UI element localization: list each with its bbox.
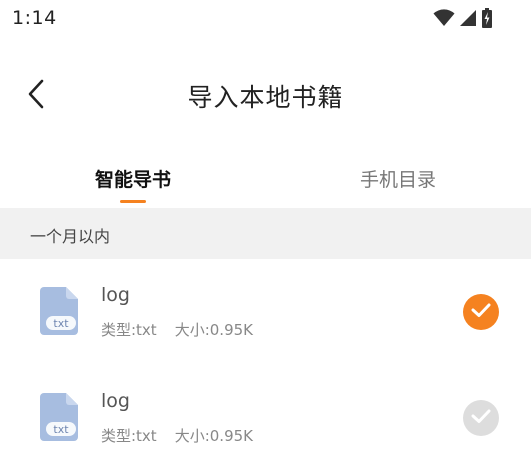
battery-charging-icon (481, 8, 493, 28)
file-type: 类型:txt (101, 321, 157, 339)
section-header: 一个月以内 (0, 208, 531, 259)
file-size: 大小:0.95K (174, 427, 253, 445)
import-local-books-screen: 1:14 导入本地书籍 智能导书 手机目录 一个月以内 txt log 类型:t… (0, 0, 531, 453)
file-meta: 类型:txt 大小:0.95K (101, 425, 253, 446)
file-name: log (101, 284, 130, 306)
file-list-item[interactable]: txt log 类型:txt 大小:0.95K (0, 365, 531, 453)
status-time: 1:14 (12, 7, 57, 29)
checkmark-icon (471, 302, 491, 322)
file-name: log (101, 390, 130, 412)
section-label: 一个月以内 (30, 227, 111, 246)
file-icon-badge: txt (53, 423, 69, 436)
header: 导入本地书籍 (0, 62, 531, 128)
file-meta: 类型:txt 大小:0.95K (101, 319, 253, 340)
file-icon-badge: txt (53, 317, 69, 330)
tab-phone-directory[interactable]: 手机目录 (265, 160, 531, 208)
txt-file-icon: txt (40, 287, 78, 335)
status-bar: 1:14 (0, 0, 531, 36)
txt-file-icon: txt (40, 393, 78, 441)
select-checkbox[interactable] (463, 294, 499, 330)
status-icons (433, 7, 493, 29)
file-size: 大小:0.95K (174, 321, 253, 339)
cellular-signal-icon (459, 9, 477, 27)
select-checkbox[interactable] (463, 400, 499, 436)
tab-bar: 智能导书 手机目录 (0, 160, 531, 208)
wifi-icon (433, 9, 455, 27)
file-type: 类型:txt (101, 427, 157, 445)
checkmark-icon (471, 408, 491, 428)
active-tab-indicator (120, 200, 146, 203)
file-list-item[interactable]: txt log 类型:txt 大小:0.95K (0, 259, 531, 365)
tab-phone-directory-label: 手机目录 (359, 169, 436, 191)
tab-smart-import[interactable]: 智能导书 (0, 160, 266, 208)
page-title: 导入本地书籍 (187, 83, 344, 112)
tab-smart-import-label: 智能导书 (94, 169, 171, 191)
